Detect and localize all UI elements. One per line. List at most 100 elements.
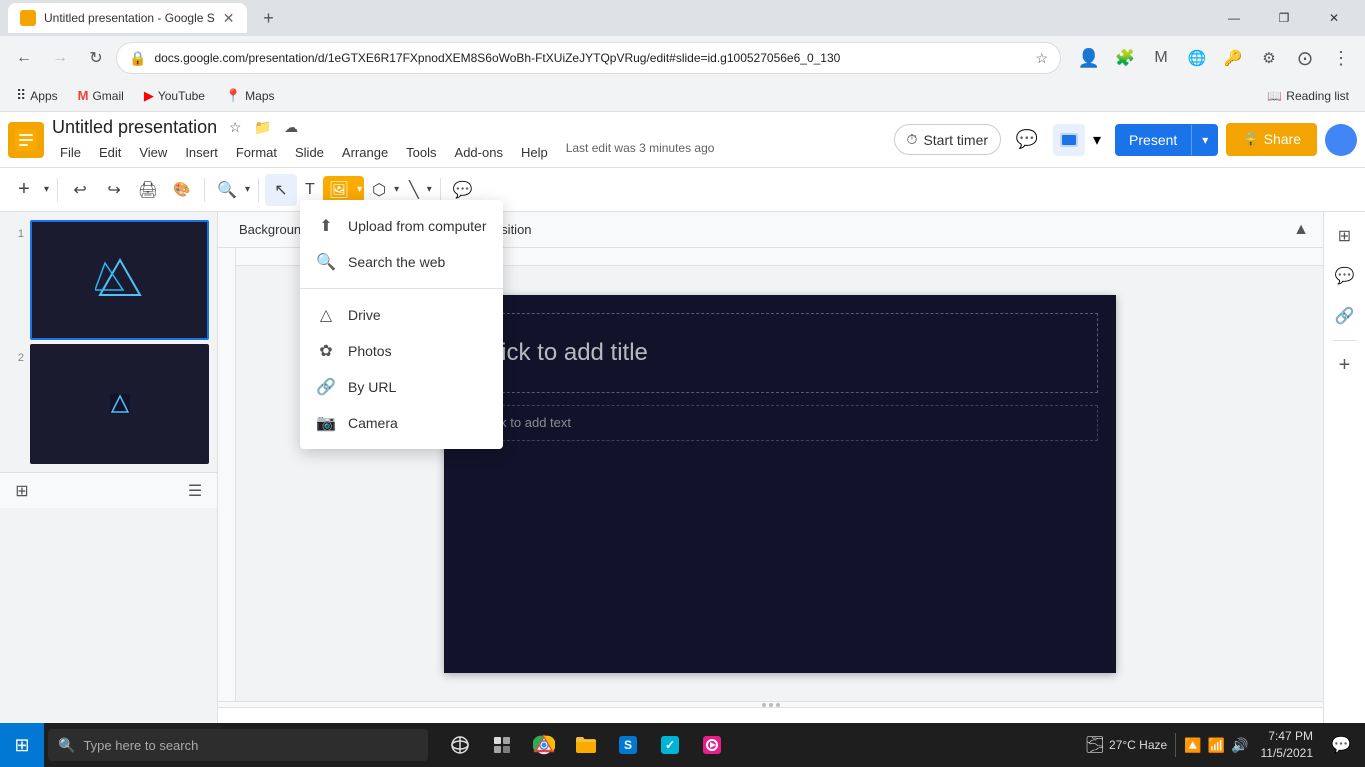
- photos-item[interactable]: ✿ Photos: [300, 333, 503, 369]
- reload-button[interactable]: ↻: [80, 42, 112, 74]
- tab-close-button[interactable]: ✕: [223, 10, 235, 27]
- ext-btn2[interactable]: ⚙: [1253, 42, 1285, 74]
- collapse-toolbar-btn[interactable]: ▲: [1287, 216, 1315, 244]
- active-slide[interactable]: Click to add title Click to add text: [444, 295, 1116, 673]
- maximize-button[interactable]: ❐: [1261, 3, 1307, 33]
- maps-label: Maps: [245, 89, 274, 103]
- toolbar-format-paint-btn[interactable]: 🎨: [166, 174, 198, 206]
- upload-from-computer-item[interactable]: ⬆ Upload from computer: [300, 208, 503, 244]
- address-bar[interactable]: 🔒 docs.google.com/presentation/d/1eGTXE6…: [116, 42, 1061, 74]
- new-tab-button[interactable]: +: [255, 4, 283, 32]
- slide-mode-btn[interactable]: [1053, 124, 1085, 156]
- profile-circle-icon[interactable]: ⊙: [1289, 42, 1321, 74]
- wifi-icon[interactable]: 📶: [1208, 737, 1225, 754]
- menu-format[interactable]: Format: [228, 141, 285, 164]
- bookmark-star-icon[interactable]: ☆: [1035, 50, 1048, 67]
- extension-icon-btn[interactable]: 🧩: [1109, 42, 1141, 74]
- links-panel-btn[interactable]: 🔗: [1329, 300, 1361, 332]
- user-avatar[interactable]: [1325, 124, 1357, 156]
- slide-num-1: 1: [8, 220, 24, 240]
- present-button[interactable]: Present ▾: [1115, 124, 1218, 156]
- network-icon[interactable]: 🔼: [1184, 737, 1201, 754]
- slide-row-2: 2: [8, 344, 209, 464]
- browser-tab[interactable]: Untitled presentation - Google S ✕: [8, 3, 247, 33]
- by-url-item[interactable]: 🔗 By URL: [300, 369, 503, 405]
- menu-edit[interactable]: Edit: [91, 141, 129, 164]
- taskbar-task-view[interactable]: [440, 725, 480, 765]
- toolbar-zoom[interactable]: 🔍 ▾: [211, 176, 252, 204]
- camera-item[interactable]: 📷 Camera: [300, 405, 503, 441]
- weather-text: 27°C Haze: [1109, 738, 1167, 752]
- reading-list-button[interactable]: 📖 Reading list: [1259, 87, 1357, 105]
- drive-icon: △: [316, 305, 336, 325]
- profile-icon-btn[interactable]: 👤: [1073, 42, 1105, 74]
- search-icon: 🔍: [316, 252, 336, 272]
- toolbar-text-btn[interactable]: T: [299, 177, 321, 203]
- menu-slide[interactable]: Slide: [287, 141, 332, 164]
- gmail-ext-icon[interactable]: M: [1145, 42, 1177, 74]
- search-web-item[interactable]: 🔍 Search the web: [300, 244, 503, 280]
- toolbar-undo-btn[interactable]: ↩: [64, 174, 96, 206]
- present-dropdown-icon[interactable]: ▾: [1191, 125, 1218, 155]
- taskbar-app5[interactable]: S: [608, 725, 648, 765]
- chrome-menu-icon[interactable]: ⋮: [1325, 42, 1357, 74]
- toolbar-redo-btn[interactable]: ↪: [98, 174, 130, 206]
- back-button[interactable]: ←: [8, 42, 40, 74]
- slide-text-placeholder[interactable]: Click to add text: [462, 405, 1098, 441]
- slide-thumbnail-1[interactable]: [30, 220, 209, 340]
- slide-thumbnail-2[interactable]: [30, 344, 209, 464]
- vertical-ruler: [218, 248, 236, 701]
- svg-text:S: S: [624, 738, 632, 752]
- taskbar-clock[interactable]: 7:47 PM 11/5/2021: [1253, 728, 1322, 762]
- text-icon: T: [299, 177, 321, 203]
- presentation-title[interactable]: Untitled presentation: [52, 117, 217, 138]
- taskbar-widgets[interactable]: [482, 725, 522, 765]
- start-timer-button[interactable]: ⏱ Start timer: [894, 124, 1002, 155]
- notification-button[interactable]: 💬: [1325, 723, 1357, 767]
- menu-tools[interactable]: Tools: [398, 141, 444, 164]
- star-icon[interactable]: ☆: [223, 115, 247, 139]
- grid-view-btn[interactable]: ⊞: [8, 477, 36, 505]
- menu-insert[interactable]: Insert: [177, 141, 226, 164]
- slide-mode-dropdown[interactable]: ▾: [1087, 124, 1107, 156]
- list-view-btn[interactable]: ☰: [181, 477, 209, 505]
- menu-arrange[interactable]: Arrange: [334, 141, 396, 164]
- slides-title-row: Untitled presentation ☆ 📁 ☁: [52, 115, 714, 139]
- explore-btn[interactable]: ⊞: [1329, 220, 1361, 252]
- translate-icon[interactable]: 🌐: [1181, 42, 1213, 74]
- taskbar-app7[interactable]: [692, 725, 732, 765]
- cloud-icon[interactable]: ☁: [279, 115, 303, 139]
- bookmark-gmail[interactable]: M Gmail: [70, 86, 132, 105]
- menu-addons[interactable]: Add-ons: [447, 141, 511, 164]
- start-button[interactable]: ⊞: [0, 723, 44, 767]
- slide-title-placeholder[interactable]: Click to add title: [462, 313, 1098, 393]
- taskbar-app6[interactable]: ✓: [650, 725, 690, 765]
- toolbar-cursor-btn[interactable]: ↖: [265, 174, 297, 206]
- folder-icon[interactable]: 📁: [251, 115, 275, 139]
- share-button[interactable]: 🔒 Share: [1226, 123, 1317, 156]
- address-text: docs.google.com/presentation/d/1eGTXE6R1…: [154, 51, 1027, 65]
- bookmark-maps[interactable]: 📍 Maps: [217, 86, 283, 106]
- taskbar-search-bar[interactable]: 🔍 Type here to search: [48, 729, 428, 761]
- toolbar-add-btn[interactable]: +: [8, 174, 40, 206]
- drive-item[interactable]: △ Drive: [300, 297, 503, 333]
- comments-panel-btn[interactable]: 💬: [1329, 260, 1361, 292]
- minimize-button[interactable]: —: [1211, 3, 1257, 33]
- comment-button[interactable]: 💬: [1009, 122, 1045, 158]
- lastpass-icon[interactable]: 🔑: [1217, 42, 1249, 74]
- bookmark-apps[interactable]: ⠿ Apps: [8, 85, 66, 106]
- taskbar-file-explorer[interactable]: [566, 725, 606, 765]
- image-dropdown-icon[interactable]: ▾: [355, 180, 364, 199]
- volume-icon[interactable]: 🔊: [1231, 737, 1248, 754]
- windows-icon: ⊞: [14, 735, 29, 756]
- toolbar-add-dropdown[interactable]: ▾: [42, 180, 51, 199]
- bookmark-youtube[interactable]: ▶ YouTube: [136, 86, 213, 106]
- menu-help[interactable]: Help: [513, 141, 556, 164]
- toolbar-print-btn[interactable]: 🖨: [132, 174, 164, 206]
- close-button[interactable]: ✕: [1311, 3, 1357, 33]
- taskbar-chrome[interactable]: [524, 725, 564, 765]
- add-panel-btn[interactable]: +: [1329, 349, 1361, 381]
- menu-view[interactable]: View: [131, 141, 175, 164]
- forward-button[interactable]: →: [44, 42, 76, 74]
- menu-file[interactable]: File: [52, 141, 89, 164]
